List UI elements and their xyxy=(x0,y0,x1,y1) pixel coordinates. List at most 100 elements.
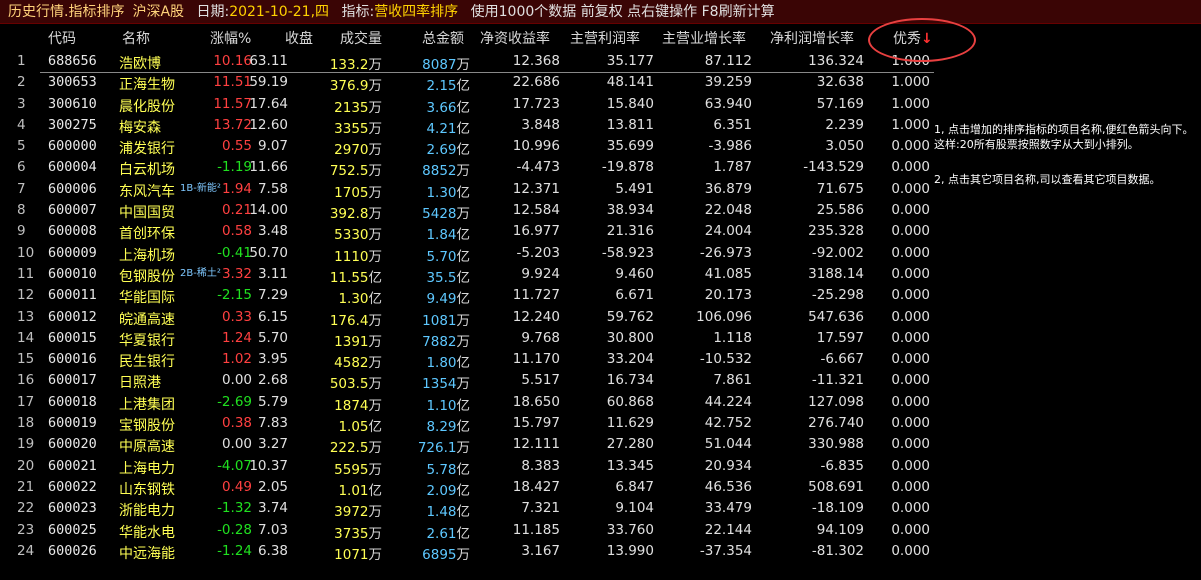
table-row[interactable]: 7 600006 东风汽车 1B-新能² 1.94 7.58 1705万 1.3… xyxy=(0,180,940,201)
table-row[interactable]: 3 300610 晨化股份 11.57 17.64 2135万 3.66亿 17… xyxy=(0,95,940,116)
gross-margin: 5.491 xyxy=(615,180,654,197)
excellent-score: 0.000 xyxy=(891,500,930,517)
options-text: 使用1000个数据 前复权 点右键操作 F8刷新计算 xyxy=(470,4,775,20)
amount: 1.80亿 xyxy=(426,351,470,371)
table-row[interactable]: 12 600011 华能国际 -2.15 7.29 1.30亿 9.49亿 11… xyxy=(0,286,940,307)
amount-unit: 亿 xyxy=(456,482,471,499)
col-profit-growth[interactable]: 净利润增长率 xyxy=(770,28,854,48)
volume-unit: 万 xyxy=(368,57,383,73)
date-value[interactable]: 2021-10-21,四 xyxy=(229,4,329,20)
gross-margin: 33.204 xyxy=(606,351,654,368)
table-row[interactable]: 8 600007 中国国贸 0.21 14.00 392.8万 5428万 12… xyxy=(0,201,940,222)
table-row[interactable]: 13 600012 皖通高速 0.33 6.15 176.4万 1081万 12… xyxy=(0,308,940,329)
table-row[interactable]: 18 600019 宝钢股份 0.38 7.83 1.05亿 8.29亿 15.… xyxy=(0,414,940,435)
amount-unit: 亿 xyxy=(456,248,471,265)
table-row[interactable]: 6 600004 白云机场 -1.19 11.66 752.5万 8852万 -… xyxy=(0,158,940,179)
gross-margin: 35.699 xyxy=(606,138,654,155)
volume: 1.01亿 xyxy=(338,479,382,499)
close-price: 7.29 xyxy=(257,287,288,304)
stock-name: 梅安森 xyxy=(119,119,161,136)
profit-growth: 94.109 xyxy=(816,521,864,538)
amount-unit: 亿 xyxy=(456,397,471,414)
row-index: 18 xyxy=(17,415,35,432)
stock-name: 华能水电 xyxy=(119,524,175,541)
excellent-score: 0.000 xyxy=(891,457,930,474)
table-row[interactable]: 4 300275 梅安森 13.72 12.60 3355万 4.21亿 3.8… xyxy=(0,116,940,137)
amount: 6895万 xyxy=(422,543,470,563)
market-selector[interactable]: 沪深A股 xyxy=(124,4,184,20)
table-row[interactable]: 24 600026 中远海能 -1.24 6.38 1071万 6895万 3.… xyxy=(0,542,940,563)
change-pct: 1.02 xyxy=(221,351,252,368)
row-index: 5 xyxy=(17,138,26,155)
row-index: 14 xyxy=(17,329,35,346)
close-price: 50.70 xyxy=(249,244,288,261)
table-row[interactable]: 9 600008 首创环保 0.58 3.48 5330万 1.84亿 16.9… xyxy=(0,222,940,243)
gross-margin: 6.671 xyxy=(615,287,654,304)
table-row[interactable]: 16 600017 日照港 0.00 2.68 503.5万 1354万 5.5… xyxy=(0,371,940,392)
col-gross-margin[interactable]: 主营利润率 xyxy=(570,28,640,48)
table-row[interactable]: 17 600018 上港集团 -2.69 5.79 1874万 1.10亿 18… xyxy=(0,393,940,414)
table-row[interactable]: 22 600023 浙能电力 -1.32 3.74 3972万 1.48亿 7.… xyxy=(0,499,940,520)
table-row[interactable]: 14 600015 华夏银行 1.24 5.70 1391万 7882万 9.7… xyxy=(0,329,940,350)
volume-value: 1705 xyxy=(334,184,369,201)
amount-value: 3.66 xyxy=(426,99,457,116)
amount-value: 1081 xyxy=(422,312,457,329)
gross-margin: 33.760 xyxy=(606,521,654,538)
profit-growth: 3.050 xyxy=(825,138,864,155)
table-row[interactable]: 15 600016 民生银行 1.02 3.95 4582万 1.80亿 11.… xyxy=(0,350,940,371)
indicator-value[interactable]: 营收四率排序 xyxy=(374,4,458,20)
excellent-score: 0.000 xyxy=(891,351,930,368)
col-volume[interactable]: 成交量 xyxy=(340,28,382,48)
table-row[interactable]: 2 300653 正海生物 11.51 59.19 376.9万 2.15亿 2… xyxy=(0,73,940,94)
stock-code: 600021 xyxy=(48,457,97,474)
profit-growth: 17.597 xyxy=(816,329,864,346)
change-pct: -1.32 xyxy=(217,500,252,517)
volume: 1874万 xyxy=(334,394,382,414)
amount: 8852万 xyxy=(422,159,470,179)
volume: 2970万 xyxy=(334,138,382,158)
col-code[interactable]: 代码 xyxy=(48,28,76,48)
stock-name: 皖通高速 xyxy=(119,311,175,328)
col-change[interactable]: 涨幅% xyxy=(210,28,251,48)
amount-value: 1.10 xyxy=(426,397,457,414)
table-row[interactable]: 20 600021 上海电力 -4.07 10.37 5595万 5.78亿 8… xyxy=(0,457,940,478)
close-price: 5.70 xyxy=(257,329,288,346)
highlight-circle xyxy=(868,18,976,62)
col-revenue-growth[interactable]: 主营业增长率 xyxy=(662,28,746,48)
roe: -5.203 xyxy=(516,244,560,261)
amount: 2.61亿 xyxy=(426,522,470,542)
table-row[interactable]: 5 600000 浦发银行 0.55 9.07 2970万 2.69亿 10.9… xyxy=(0,137,940,158)
change-pct: 0.00 xyxy=(221,372,252,389)
volume: 11.55亿 xyxy=(330,266,382,286)
col-name[interactable]: 名称 xyxy=(122,28,150,48)
amount: 1.48亿 xyxy=(426,500,470,520)
col-roe[interactable]: 净资收益率 xyxy=(480,28,550,48)
close-price: 2.05 xyxy=(257,478,288,495)
table-row[interactable]: 1 688656 浩欧博 10.16 63.11 133.2万 8087万 12… xyxy=(0,52,940,74)
amount-value: 2.15 xyxy=(426,78,457,95)
change-pct: -1.19 xyxy=(217,159,252,176)
table-row[interactable]: 21 600022 山东钢铁 0.49 2.05 1.01亿 2.09亿 18.… xyxy=(0,478,940,499)
gross-margin: 27.280 xyxy=(606,436,654,453)
amount-value: 1.80 xyxy=(426,355,457,372)
col-close[interactable]: 收盘 xyxy=(285,28,313,48)
table-row[interactable]: 23 600025 华能水电 -0.28 7.03 3735万 2.61亿 11… xyxy=(0,521,940,542)
col-amount[interactable]: 总金额 xyxy=(422,28,464,48)
change-pct: 11.51 xyxy=(213,74,252,91)
profit-growth: 136.324 xyxy=(808,53,864,69)
profit-growth: 276.740 xyxy=(808,415,864,432)
row-index: 7 xyxy=(17,180,26,197)
amount: 9.49亿 xyxy=(426,287,470,307)
table-row[interactable]: 10 600009 上海机场 -0.41 50.70 1110万 5.70亿 -… xyxy=(0,244,940,265)
row-index: 22 xyxy=(17,500,35,517)
amount-value: 2.61 xyxy=(426,525,457,542)
excellent-score: 0.000 xyxy=(891,138,930,155)
table-row[interactable]: 11 600010 包钢股份 2B-稀土² 3.32 3.11 11.55亿 3… xyxy=(0,265,940,286)
table-row[interactable]: 19 600020 中原高速 0.00 3.27 222.5万 726.1万 1… xyxy=(0,435,940,456)
amount: 8.29亿 xyxy=(426,415,470,435)
excellent-score: 1.000 xyxy=(891,74,930,91)
revenue-growth: -10.532 xyxy=(699,351,752,368)
close-price: 3.11 xyxy=(257,265,288,282)
roe: 11.170 xyxy=(512,351,560,368)
roe: -4.473 xyxy=(516,159,560,176)
